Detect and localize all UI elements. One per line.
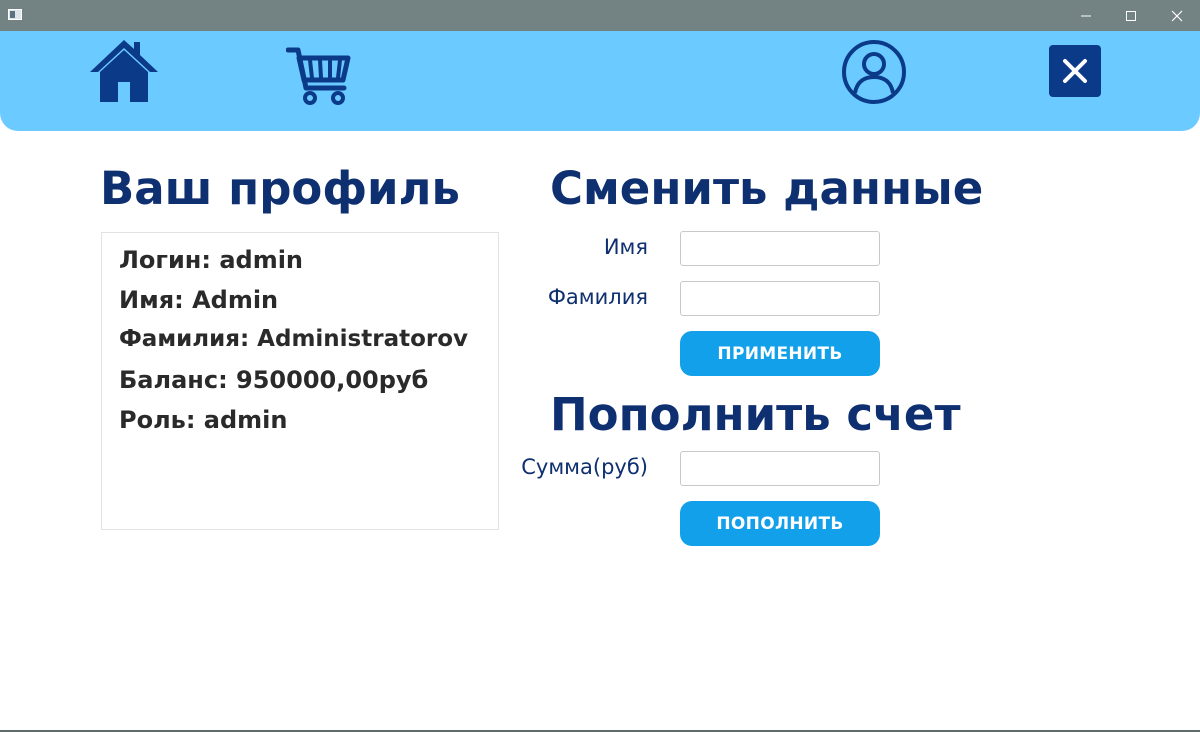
profile-login: Логин: admin (119, 246, 304, 274)
navigation-bar (0, 31, 1200, 131)
profile-info-box: Логин: admin Имя: Admin Фамилия: Adminis… (101, 232, 499, 530)
profile-role: Роль: admin (119, 406, 288, 434)
window-titlebar (0, 0, 1200, 31)
close-x-icon (1063, 59, 1087, 83)
exit-button[interactable] (1049, 45, 1101, 97)
profile-heading: Ваш профиль (100, 162, 460, 215)
top-up-heading: Пополнить счет (550, 388, 961, 441)
maximize-icon (1126, 11, 1136, 21)
close-icon (1171, 10, 1183, 22)
name-label: Имя (603, 235, 648, 259)
window-close-button[interactable] (1154, 0, 1200, 31)
profile-surname: Фамилия: Administratorov (119, 326, 469, 352)
surname-input[interactable] (680, 281, 880, 316)
sum-label: Сумма(руб) (521, 455, 648, 479)
app-window-icon (8, 9, 22, 20)
sum-input[interactable] (680, 451, 880, 486)
home-icon[interactable] (88, 38, 160, 104)
profile-name: Имя: Admin (119, 286, 279, 314)
profile-balance: Баланс: 950000,00руб (119, 366, 429, 394)
minimize-icon (1081, 15, 1091, 17)
shopping-cart-icon[interactable] (286, 44, 352, 106)
top-up-button[interactable]: ПОПОЛНИТЬ (680, 501, 880, 546)
name-input[interactable] (680, 231, 880, 266)
surname-label: Фамилия (547, 285, 648, 309)
user-circle-icon[interactable] (841, 39, 907, 105)
maximize-button[interactable] (1108, 0, 1154, 31)
apply-button[interactable]: ПРИМЕНИТЬ (680, 331, 880, 376)
change-data-heading: Сменить данные (550, 162, 984, 215)
minimize-button[interactable] (1063, 0, 1109, 31)
